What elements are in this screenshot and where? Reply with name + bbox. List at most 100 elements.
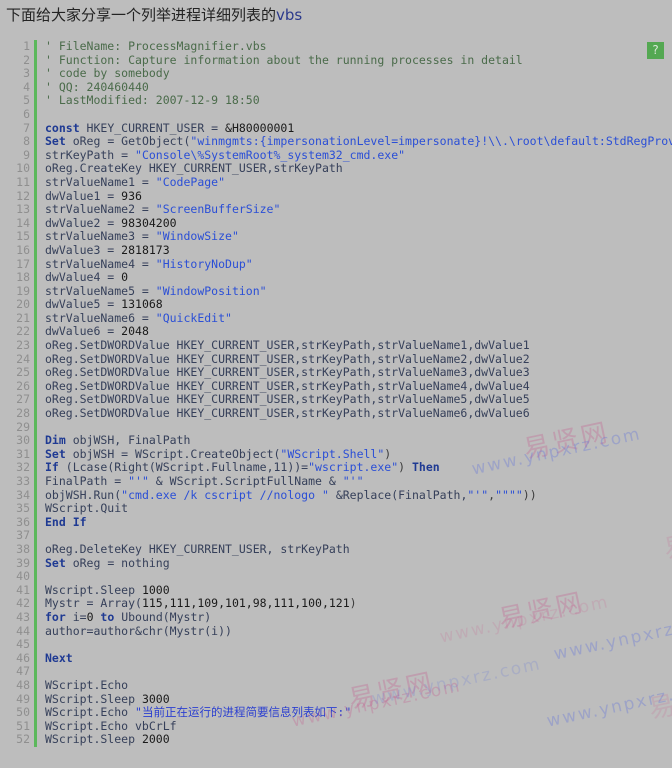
code-block[interactable]: 1 ' FileName: ProcessMagnifier.vbs 2 ' Func… [0, 40, 672, 768]
token-str: "HistoryNoDup" [155, 256, 253, 271]
line-number: 34 [16, 487, 30, 502]
token-kw: for [45, 609, 66, 624]
code-text: dwValue1 = 936 [37, 189, 142, 204]
code-text: If (Lcase(Right(WScript.Fullname,11))="w… [37, 461, 440, 475]
token-id: strValueName6 = [45, 310, 156, 325]
code-text: Set objWSH = WScript.CreateObject("WScri… [37, 446, 392, 462]
token-id: dwValue6 = [45, 324, 122, 339]
code-line: 28 oReg.SetDWORDValue HKEY_CURRENT_USER,s… [0, 406, 672, 421]
token-pun: )) [522, 487, 537, 502]
token-cmt: ' FileName: ProcessMagnifier.vbs [45, 40, 267, 53]
line-number: 20 [16, 297, 30, 312]
code-text: oReg.SetDWORDValue HKEY_CURRENT_USER,str… [37, 365, 530, 380]
token-num: 2000 [141, 732, 170, 747]
code-text: dwValue3 = 2818173 [37, 243, 170, 258]
code-line: 52 WScript.Sleep 2000 [0, 732, 672, 747]
token-kw: Set [45, 134, 66, 149]
token-id: dwValue4 = [45, 270, 122, 285]
line-number: 15 [16, 229, 30, 244]
line-number: 8 [23, 134, 30, 149]
line-number: 48 [16, 677, 30, 692]
token-num: &H80000001 [225, 120, 295, 135]
code-text: objWSH.Run("cmd.exe /k cscript //nologo … [37, 487, 537, 503]
token-str: "WindowPosition" [155, 283, 267, 298]
token-cmt: ' LastModified: 2007-12-9 18:50 [45, 93, 260, 108]
code-line: 33 FinalPath = "'" & WScript.ScriptFullN… [0, 474, 672, 489]
token-id: oReg.DeleteKey HKEY_CURRENT_USER, strKey… [45, 541, 350, 556]
token-id: (Lcase(Right(WScript.Fullname,11))= [58, 460, 309, 475]
code-text: dwValue5 = 131068 [37, 297, 163, 312]
token-id: FinalPath = [45, 474, 129, 488]
token-id: WScript.Echo [45, 705, 136, 720]
code-text: strValueName6 = "QuickEdit" [37, 310, 232, 326]
code-line: 45 [0, 638, 672, 652]
line-number: 46 [16, 650, 30, 665]
line-number: 31 [16, 446, 30, 461]
token-cn: "当前正在运行的进程简要信息列表如下:" [135, 705, 352, 720]
token-id: dwValue5 = [45, 297, 122, 312]
token-str: "WScript.Shell" [280, 446, 385, 461]
code-line: 4 ' QQ: 240460440 [0, 80, 672, 95]
line-number: 12 [16, 188, 30, 203]
line-number: 44 [16, 623, 30, 638]
code-line: 30 Dim objWSH, FinalPath [0, 433, 672, 448]
token-str: """" [495, 487, 523, 502]
code-text: FinalPath = "'" & WScript.ScriptFullName… [37, 474, 364, 489]
code-line: 9 strKeyPath = "Console\%SystemRoot%_syst… [0, 147, 672, 163]
token-id: &Replace(FinalPath, [328, 487, 468, 502]
token-id: WScript.Sleep [45, 732, 142, 747]
code-line: 11 strValueName1 = "CodePage" [0, 175, 672, 190]
token-str: "Console\%SystemRoot%_system32_cmd.exe" [135, 147, 406, 162]
code-line: 31 Set objWSH = WScript.CreateObject("WSc… [0, 446, 672, 462]
code-text: End If [37, 515, 87, 530]
token-id: oReg.SetDWORDValue HKEY_CURRENT_USER,str… [45, 365, 530, 380]
code-line: 26 oReg.SetDWORDValue HKEY_CURRENT_USER,s… [0, 379, 672, 394]
code-text: WScript.Sleep 3000 [37, 692, 170, 707]
code-text: WScript.Sleep 2000 [37, 732, 170, 747]
code-line: 22 dwValue6 = 2048 [0, 324, 672, 340]
code-line: 13 strValueName2 = "ScreenBufferSize" [0, 202, 672, 217]
code-line: 35 WScript.Quit [0, 501, 672, 516]
code-line: 32 If (Lcase(Right(WScript.Fullname,11))=… [0, 461, 672, 475]
token-str: "winmgmts:{impersonationLevel=impersonat… [190, 134, 672, 149]
token-id: strKeyPath = [45, 147, 136, 162]
line-number: 42 [16, 596, 30, 611]
code-line: 24 oReg.SetDWORDValue HKEY_CURRENT_USER,s… [0, 352, 672, 367]
line-number: 38 [16, 541, 30, 556]
line-number: 1 [23, 40, 30, 53]
token-pun: ) [384, 446, 392, 461]
line-number: 30 [16, 433, 30, 448]
token-num: 131068 [121, 297, 163, 312]
token-str: "wscript.exe" [308, 460, 399, 475]
code-line: 46 Next [0, 650, 672, 666]
code-line: 36 End If [0, 515, 672, 530]
token-kw: Set [45, 446, 66, 461]
code-text: strValueName2 = "ScreenBufferSize" [37, 202, 281, 217]
code-line: 51 WScript.Echo vbCrLf [0, 719, 672, 734]
code-line: 49 WScript.Sleep 3000 [0, 692, 672, 707]
code-text: oReg.DeleteKey HKEY_CURRENT_USER, strKey… [37, 541, 350, 557]
code-line: 44 author=author&chr(Mystr(i)) [0, 623, 672, 639]
token-id: WScript.Quit [45, 501, 129, 516]
code-text: strValueName3 = "WindowSize" [37, 230, 239, 244]
line-number: 37 [16, 528, 30, 543]
token-kw: Dim [45, 433, 66, 448]
code-text: ' FileName: ProcessMagnifier.vbs [37, 40, 267, 54]
code-text: ' LastModified: 2007-12-9 18:50 [37, 94, 260, 108]
token-id: oReg.CreateKey HKEY_CURRENT_USER,strKeyP… [45, 161, 343, 176]
code-text: Next [37, 651, 73, 666]
code-line: 29 [0, 420, 672, 435]
help-badge-icon[interactable]: ? [647, 42, 664, 59]
token-pun: ) [398, 460, 412, 475]
token-cmt: ' Function: Capture information about th… [45, 52, 523, 67]
token-id: oReg.SetDWORDValue HKEY_CURRENT_USER,str… [45, 338, 530, 353]
code-line: 19 strValueName5 = "WindowPosition" [0, 283, 672, 299]
code-text: WScript.Quit [37, 501, 129, 516]
token-id: i= [65, 609, 87, 624]
code-text: oReg.SetDWORDValue HKEY_CURRENT_USER,str… [37, 406, 530, 421]
page-title: 下面给大家分享一个列举进程详细列表的vbs [6, 4, 302, 25]
token-str: "ScreenBufferSize" [155, 202, 281, 217]
code-text: WScript.Echo vbCrLf [37, 719, 177, 734]
